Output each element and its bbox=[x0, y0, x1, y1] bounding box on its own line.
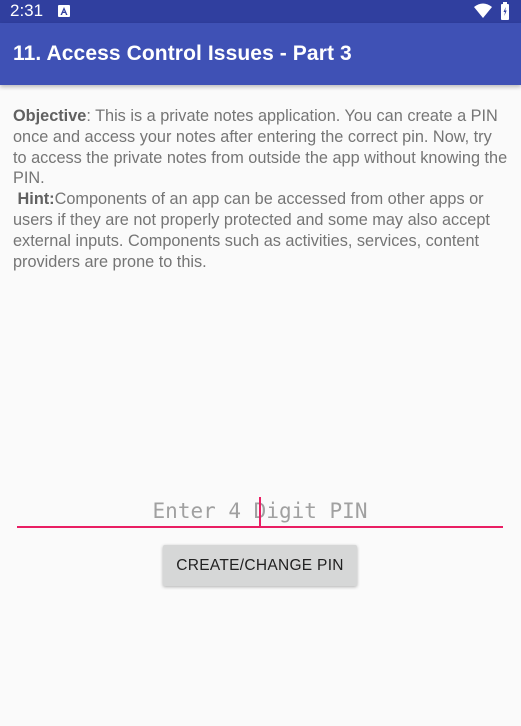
app-notification-icon bbox=[58, 5, 70, 17]
objective-label: Objective bbox=[13, 107, 87, 125]
objective-text: Objective: This is a private notes appli… bbox=[13, 106, 508, 272]
objective-body: : This is a private notes application. Y… bbox=[13, 107, 508, 188]
wifi-icon bbox=[474, 3, 492, 23]
text-cursor bbox=[259, 497, 261, 526]
page-title: 11. Access Control Issues - Part 3 bbox=[13, 42, 352, 65]
status-time: 2:31 bbox=[10, 1, 44, 20]
status-bar: 2:31 bbox=[0, 0, 521, 23]
app-bar: 11. Access Control Issues - Part 3 bbox=[0, 23, 521, 85]
battery-icon bbox=[500, 2, 510, 25]
create-change-pin-button[interactable]: CREATE/CHANGE PIN bbox=[163, 545, 357, 586]
hint-label: Hint: bbox=[17, 190, 55, 209]
hint-body: Components of an app can be accessed fro… bbox=[13, 190, 490, 271]
